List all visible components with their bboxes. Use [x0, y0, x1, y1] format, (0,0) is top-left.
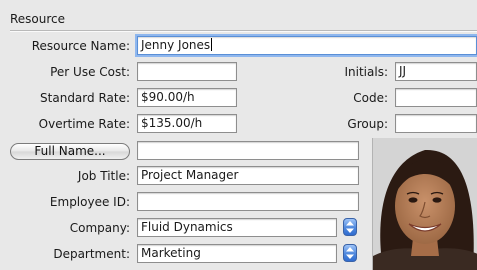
job-title-label: Job Title: — [77, 169, 130, 183]
full-name-button[interactable]: Full Name... — [10, 143, 130, 160]
employee-id-label: Employee ID: — [49, 195, 130, 209]
company-label: Company: — [69, 221, 130, 235]
company-field[interactable]: Fluid Dynamics — [137, 218, 337, 237]
section-divider — [10, 30, 477, 32]
department-label: Department: — [53, 247, 130, 261]
job-title-field[interactable]: Project Manager — [137, 166, 359, 185]
employee-id-field[interactable] — [137, 192, 359, 211]
initials-field[interactable]: JJ — [395, 62, 477, 81]
per-use-cost-label: Per Use Cost: — [50, 65, 130, 79]
per-use-cost-field[interactable] — [137, 62, 237, 81]
resource-name-field[interactable]: Jenny Jones — [137, 36, 477, 55]
company-stepper-icon[interactable] — [343, 218, 357, 236]
code-field[interactable] — [395, 88, 477, 107]
text-caret — [211, 38, 213, 51]
resource-photo[interactable] — [372, 138, 477, 270]
group-field[interactable] — [395, 114, 477, 133]
portrait-image — [373, 138, 477, 270]
full-name-field[interactable] — [137, 141, 359, 160]
standard-rate-label: Standard Rate: — [40, 91, 130, 105]
group-label: Group: — [347, 117, 388, 131]
code-label: Code: — [353, 91, 388, 105]
resource-name-label: Resource Name: — [31, 39, 130, 53]
department-field[interactable]: Marketing — [137, 244, 337, 263]
standard-rate-field[interactable]: $90.00/h — [137, 88, 237, 107]
overtime-rate-field[interactable]: $135.00/h — [137, 114, 237, 133]
overtime-rate-label: Overtime Rate: — [38, 117, 130, 131]
section-title: Resource — [10, 12, 66, 26]
department-stepper-icon[interactable] — [343, 244, 357, 262]
initials-label: Initials: — [344, 65, 389, 79]
resource-name-value: Jenny Jones — [141, 38, 211, 52]
